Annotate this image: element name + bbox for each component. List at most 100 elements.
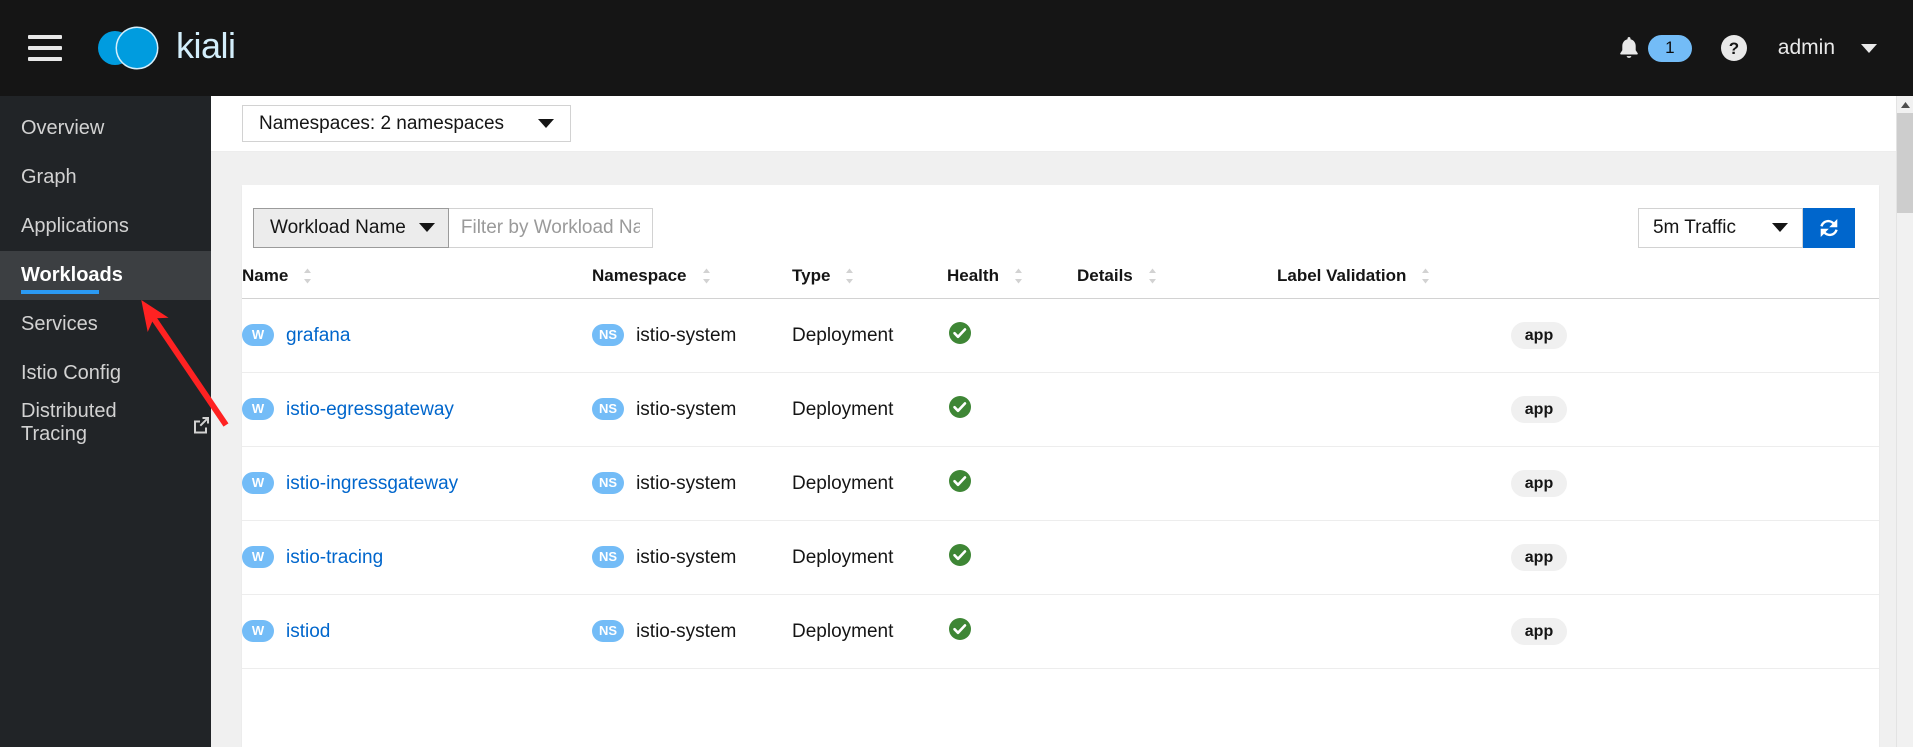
namespace-text: istio-system [636,398,737,420]
sort-icon[interactable] [844,267,855,285]
sidebar-item-label: Applications [21,215,129,237]
workload-link[interactable]: grafana [286,325,350,347]
cell-details [1077,446,1277,521]
column-header-label-validation[interactable]: Label Validation [1277,253,1879,299]
cell-health [947,298,1077,373]
scroll-up-arrow[interactable] [1897,96,1913,113]
sidebar-item-workloads[interactable]: Workloads [0,251,211,300]
sort-icon[interactable] [701,267,712,285]
filter-group: Workload Name [253,207,653,248]
table-row[interactable]: W istiod NS istio-system Deployment app [242,594,1879,669]
cell-name: W istio-ingressgateway [242,446,592,521]
cell-details [1077,372,1277,447]
workload-link[interactable]: istiod [286,621,330,643]
cell-label-validation: app [1277,594,1879,669]
workload-link[interactable]: istio-tracing [286,547,383,569]
help-button[interactable]: ? [1720,34,1748,62]
notification-badge: 1 [1647,34,1692,62]
column-header-name[interactable]: Name [242,253,592,299]
column-header-health[interactable]: Health [947,253,1077,299]
brand-logo[interactable]: kiali [90,25,236,71]
cell-health [947,520,1077,595]
sort-icon[interactable] [302,267,313,285]
sidebar-item-graph[interactable]: Graph [0,153,211,202]
sidebar-item-overview[interactable]: Overview [0,104,211,153]
health-ok-icon [949,469,971,492]
health-ok-icon [949,543,971,566]
sort-icon[interactable] [1147,267,1158,285]
sidebar-item-label: Distributed Tracing [21,399,117,445]
cell-type: Deployment [792,298,947,373]
kiali-app: kiali 1 ? admin Overview Graph Applicati… [0,0,1913,747]
sidebar-item-applications[interactable]: Applications [0,202,211,251]
label-validation-chip: app [1510,618,1568,645]
notifications-button[interactable]: 1 [1618,34,1692,62]
namespace-badge: NS [592,397,625,420]
workload-badge: W [242,471,274,494]
workload-link[interactable]: istio-ingressgateway [286,473,458,495]
column-label: Type [792,266,831,285]
workload-badge: W [242,545,274,568]
sidebar-item-services[interactable]: Services [0,300,211,349]
chevron-down-icon [418,223,435,232]
cell-type: Deployment [792,520,947,595]
health-ok-icon [949,617,971,640]
sidebar-item-distributed-tracing[interactable]: Distributed Tracing [0,398,211,447]
kiali-logo-icon [98,26,159,70]
workloads-toolbar: Workload Name 5m Traffic [242,185,1879,253]
namespace-selector[interactable]: Namespaces: 2 namespaces [242,105,572,142]
sidebar-item-istio-config[interactable]: Istio Config [0,349,211,398]
health-ok-icon [949,321,971,344]
namespace-text: istio-system [636,472,737,494]
cell-namespace: NS istio-system [592,372,792,447]
cell-namespace: NS istio-system [592,520,792,595]
label-validation-chip: app [1510,470,1568,497]
column-label: Health [947,266,999,285]
namespace-selector-label: Namespaces: 2 namespaces [259,112,505,134]
namespace-text: istio-system [636,324,737,346]
column-header-namespace[interactable]: Namespace [592,253,792,299]
cell-type: Deployment [792,446,947,521]
cell-namespace: NS istio-system [592,446,792,521]
traffic-duration-dropdown[interactable]: 5m Traffic [1637,207,1803,248]
table-header-row: Name Namespace Type Health Details Label… [242,253,1879,299]
column-label: Namespace [592,266,687,285]
cell-type: Deployment [792,594,947,669]
cell-health [947,446,1077,521]
cell-label-validation: app [1277,298,1879,373]
page-scrollbar[interactable] [1896,96,1913,747]
cell-label-validation: app [1277,520,1879,595]
bell-icon [1619,37,1638,58]
table-row[interactable]: W istio-egressgateway NS istio-system De… [242,372,1879,447]
masthead: kiali 1 ? admin [0,0,1913,96]
filter-type-label: Workload Name [270,216,406,238]
cell-label-validation: app [1277,372,1879,447]
cell-name: W istio-tracing [242,520,592,595]
sidebar-item-label: Graph [21,166,77,188]
workload-link[interactable]: istio-egressgateway [286,399,454,421]
sort-icon[interactable] [1013,267,1024,285]
scrollbar-thumb[interactable] [1897,113,1913,213]
column-label: Details [1077,266,1133,285]
column-header-details[interactable]: Details [1077,253,1277,299]
refresh-button[interactable] [1803,207,1855,248]
table-row[interactable]: W istio-tracing NS istio-system Deployme… [242,520,1879,595]
cell-namespace: NS istio-system [592,594,792,669]
workload-name-filter-input[interactable] [448,207,653,248]
chevron-down-icon [1772,223,1788,232]
masthead-actions: 1 ? admin [1618,34,1913,62]
label-validation-chip: app [1510,544,1568,571]
workload-badge: W [242,323,274,346]
hamburger-icon[interactable] [28,35,62,61]
filter-type-dropdown[interactable]: Workload Name [253,207,449,248]
namespace-text: istio-system [636,546,737,568]
body: Overview Graph Applications Workloads Se… [0,96,1913,747]
sort-icon[interactable] [1420,267,1431,285]
table-row[interactable]: W grafana NS istio-system Deployment app [242,298,1879,373]
table-row[interactable]: W istio-ingressgateway NS istio-system D… [242,446,1879,521]
cell-health [947,372,1077,447]
column-label: Name [242,266,289,285]
svg-text:?: ? [1729,39,1739,58]
column-header-type[interactable]: Type [792,253,947,299]
user-menu[interactable]: admin [1778,36,1877,60]
